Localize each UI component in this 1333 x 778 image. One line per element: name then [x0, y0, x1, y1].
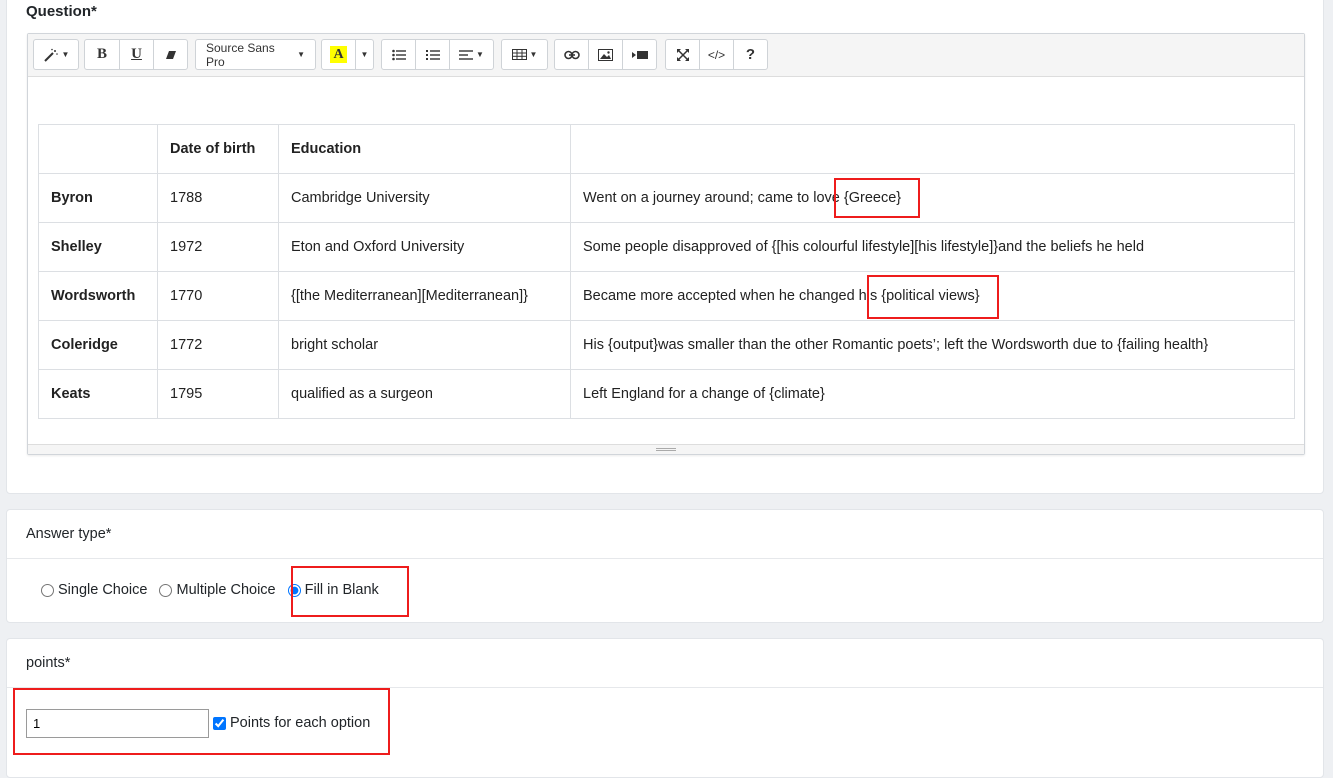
editor-toolbar: ▼ B U Source Sans Pro ▼ A ▼ ▼ ▼ </> ?: [28, 34, 1304, 77]
multiple-choice-radio[interactable]: [159, 583, 173, 597]
birth-year-cell: 1788: [157, 173, 279, 223]
points-each-option-label: Points for each option: [230, 715, 371, 731]
table-row: Wordsworth 1770 {[the Mediterranean][Med…: [38, 271, 1295, 321]
single-choice-label: Single Choice: [58, 582, 148, 598]
numbered-list-icon: [425, 49, 440, 60]
expand-icon: [676, 48, 689, 61]
insert-image-button[interactable]: [588, 39, 623, 70]
multiple-choice-option[interactable]: Multiple Choice: [159, 582, 276, 598]
bold-button[interactable]: B: [84, 39, 120, 70]
question-table: Date of birth Education Byron 1788 Cambr…: [38, 124, 1295, 419]
education-cell: Eton and Oxford University: [278, 222, 571, 272]
single-choice-radio[interactable]: [41, 583, 54, 597]
clear-format-button[interactable]: [153, 39, 188, 70]
chevron-down-icon: ▼: [61, 50, 70, 59]
font-family-value: Source Sans Pro: [206, 40, 275, 69]
ordered-list-button[interactable]: [415, 39, 450, 70]
notes-cell: Left England for a change of {climate}: [570, 369, 1295, 419]
question-label: Question*: [26, 3, 97, 20]
code-icon: </>: [707, 47, 726, 62]
answer-type-radio-group: Single Choice Multiple Choice Fill in Bl…: [41, 582, 391, 598]
notes-cell: Some people disapproved of {[his colourf…: [570, 222, 1295, 272]
table-header-cell: [38, 124, 158, 174]
poet-name-cell: Keats: [38, 369, 158, 419]
answer-type-card: Answer type* Single Choice Multiple Choi…: [6, 509, 1324, 623]
help-button[interactable]: ?: [733, 39, 768, 70]
birth-year-cell: 1772: [157, 320, 279, 370]
chevron-down-icon: ▼: [529, 50, 538, 59]
notes-cell: His {output}was smaller than the other R…: [570, 320, 1295, 370]
eraser-icon: [165, 50, 176, 59]
table-row: Byron 1788 Cambridge University Went on …: [38, 173, 1295, 223]
rich-text-editor[interactable]: ▼ B U Source Sans Pro ▼ A ▼ ▼ ▼ </> ? Da…: [27, 33, 1305, 455]
paragraph-align-dropdown[interactable]: ▼: [449, 39, 494, 70]
answer-type-label: Answer type*: [7, 510, 1323, 559]
code-view-button[interactable]: </>: [699, 39, 734, 70]
points-input[interactable]: [26, 709, 209, 738]
help-icon: ?: [745, 46, 756, 63]
table-header-cell: [570, 124, 1295, 174]
bullet-list-icon: [391, 49, 406, 60]
magic-wand-icon: [43, 48, 58, 62]
points-label: points*: [7, 639, 1323, 688]
table-row: Coleridge 1772 bright scholar His {outpu…: [38, 320, 1295, 370]
highlight-letter-icon: A: [330, 46, 347, 63]
underline-icon: U: [131, 46, 142, 62]
underline-button[interactable]: U: [119, 39, 154, 70]
font-family-dropdown[interactable]: Source Sans Pro ▼: [195, 39, 316, 70]
question-card: Question* ▼ B U Source Sans Pro ▼ A ▼ ▼ …: [6, 0, 1324, 494]
table-icon: [511, 49, 527, 60]
birth-year-cell: 1972: [157, 222, 279, 272]
chevron-down-icon: ▼: [360, 50, 369, 59]
table-header-cell: Education: [278, 124, 571, 174]
education-cell: bright scholar: [278, 320, 571, 370]
editor-resize-handle[interactable]: [28, 444, 1304, 454]
image-icon: [598, 48, 613, 61]
education-cell: Cambridge University: [278, 173, 571, 223]
education-cell: qualified as a surgeon: [278, 369, 571, 419]
notes-cell: Went on a journey around; came to love {…: [570, 173, 1295, 223]
poet-name-cell: Shelley: [38, 222, 158, 272]
poet-name-cell: Wordsworth: [38, 271, 158, 321]
points-each-option[interactable]: Points for each option: [213, 715, 370, 731]
chevron-down-icon: ▼: [297, 50, 305, 59]
video-icon: [631, 50, 648, 59]
style-magic-wand-button[interactable]: ▼: [33, 39, 79, 70]
points-each-option-checkbox[interactable]: [213, 716, 226, 730]
table-header-cell: Date of birth: [157, 124, 279, 174]
poet-name-cell: Coleridge: [38, 320, 158, 370]
table-header-row: Date of birth Education: [38, 124, 1295, 174]
bold-icon: B: [96, 46, 107, 62]
color-dropdown-button[interactable]: ▼: [355, 39, 374, 70]
poet-name-cell: Byron: [38, 173, 158, 223]
unordered-list-button[interactable]: [381, 39, 416, 70]
education-cell: {[the Mediterranean][Mediterranean]}: [278, 271, 571, 321]
insert-link-button[interactable]: [554, 39, 589, 70]
grip-icon: [656, 448, 676, 449]
fill-in-blank-label: Fill in Blank: [304, 582, 379, 598]
birth-year-cell: 1770: [157, 271, 279, 321]
fill-in-blank-option[interactable]: Fill in Blank: [287, 582, 379, 598]
notes-cell: Became more accepted when he changed his…: [570, 271, 1295, 321]
insert-video-button[interactable]: [622, 39, 657, 70]
multiple-choice-label: Multiple Choice: [176, 582, 276, 598]
insert-table-dropdown[interactable]: ▼: [501, 39, 548, 70]
fullscreen-button[interactable]: [665, 39, 700, 70]
highlight-color-button[interactable]: A: [321, 39, 356, 70]
points-card: points* Points for each option: [6, 638, 1324, 778]
align-left-icon: [459, 49, 474, 60]
single-choice-option[interactable]: Single Choice: [41, 582, 147, 598]
table-row: Keats 1795 qualified as a surgeon Left E…: [38, 369, 1295, 419]
link-icon: [563, 50, 580, 59]
birth-year-cell: 1795: [157, 369, 279, 419]
table-row: Shelley 1972 Eton and Oxford University …: [38, 222, 1295, 272]
chevron-down-icon: ▼: [476, 50, 484, 59]
fill-in-blank-radio[interactable]: [287, 583, 301, 597]
